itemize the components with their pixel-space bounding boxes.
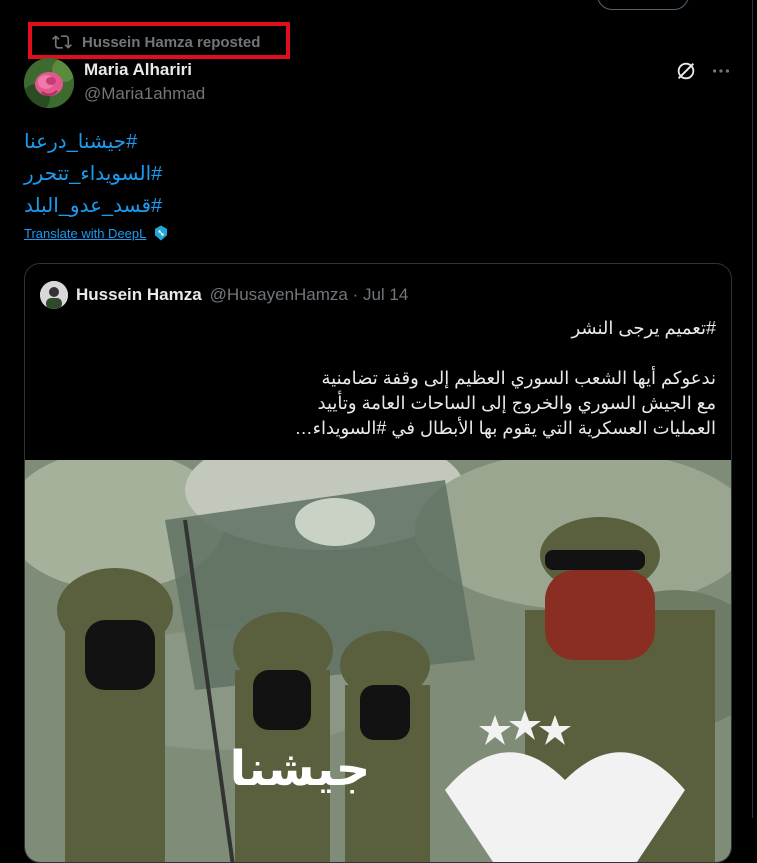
- highlight-box: [28, 22, 290, 59]
- image-caption: جيشنا: [230, 741, 371, 797]
- top-button-edge[interactable]: [597, 0, 689, 10]
- quoted-post[interactable]: Hussein Hamza @HusayenHamza · Jul 14 #تع…: [24, 263, 732, 863]
- author-name[interactable]: Maria Alhariri: [84, 60, 192, 80]
- grok-icon[interactable]: [675, 60, 697, 82]
- avatar[interactable]: [24, 58, 74, 108]
- quote-line: مع الجيش السوري والخروج إلى الساحات العا…: [317, 393, 716, 413]
- quote-avatar-image: [40, 281, 68, 309]
- hashtag-link[interactable]: #جيشنا_درعنا: [24, 126, 324, 158]
- quote-text: #تعميم يرجى النشر ندعوكم أيها الشعب السو…: [56, 316, 716, 441]
- rose-avatar-image: [24, 58, 74, 108]
- hashtag-link[interactable]: #السويداء_تتحرر: [24, 158, 324, 190]
- hashtag-link[interactable]: #قسد_عدو_البلد: [24, 190, 324, 222]
- quote-media-image[interactable]: جيشنا: [25, 460, 732, 863]
- quote-author-name[interactable]: Hussein Hamza: [76, 285, 202, 305]
- quote-line: العمليات العسكرية التي يقوم بها الأبطال …: [294, 418, 716, 438]
- timeline-divider: [752, 0, 753, 818]
- quote-avatar[interactable]: [40, 281, 68, 309]
- quote-header: Hussein Hamza @HusayenHamza · Jul 14: [40, 281, 408, 309]
- quote-line: #تعميم يرجى النشر: [571, 318, 716, 338]
- author-handle[interactable]: @Maria1ahmad: [84, 84, 205, 104]
- more-options-icon[interactable]: [710, 60, 732, 82]
- post-hashtags: #جيشنا_درعنا #السويداء_تتحرر #قسد_عدو_ال…: [24, 126, 324, 222]
- quote-line: ندعوكم أيها الشعب السوري العظيم إلى وقفة…: [321, 368, 716, 388]
- deepl-icon: [155, 225, 168, 241]
- translate-row: Translate with DeepL: [24, 224, 170, 242]
- translate-link[interactable]: Translate with DeepL: [24, 226, 146, 241]
- quote-author-meta[interactable]: @HusayenHamza · Jul 14: [210, 285, 409, 305]
